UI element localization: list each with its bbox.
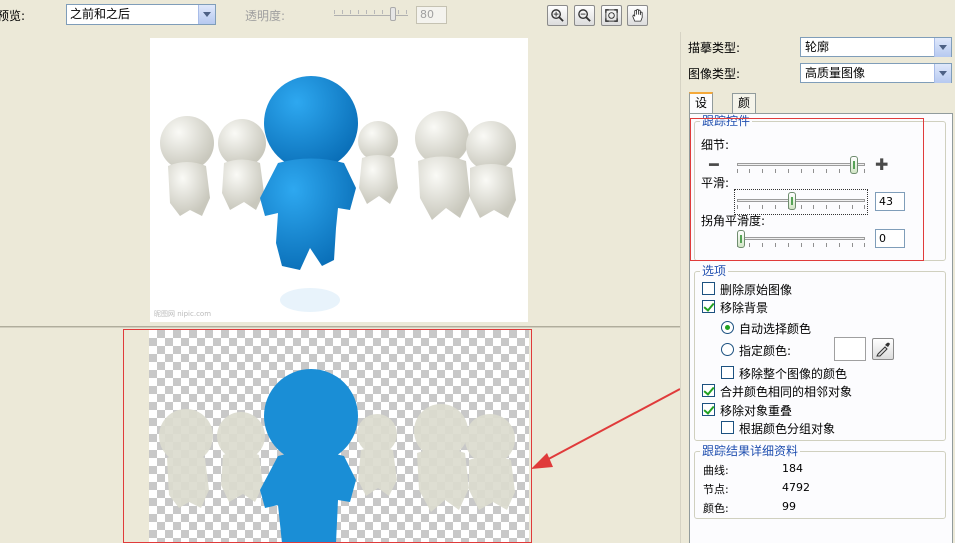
toolbar: 预览: 之前和之后 透明度: 80 xyxy=(0,0,955,32)
svg-text:昵图网 nipic.com: 昵图网 nipic.com xyxy=(154,310,211,318)
image-type-select[interactable]: 高质量图像 xyxy=(800,63,952,83)
preview-area: 昵图网 nipic.com xyxy=(0,32,680,543)
trace-results-title: 跟踪结果详细资料 xyxy=(700,444,801,458)
eyedropper-icon xyxy=(876,342,890,357)
merge-adjacent-label: 合并颜色相同的相邻对象 xyxy=(720,385,853,399)
pan-hand-icon xyxy=(632,8,643,22)
trace-type-value: 轮廓 xyxy=(805,40,830,54)
auto-color-label: 自动选择颜色 xyxy=(739,322,812,336)
colors-count-value: 99 xyxy=(782,500,796,513)
trace-results-group: 跟踪结果详细资料 曲线: 184 节点: 4792 颜色: 99 xyxy=(694,444,946,519)
opacity-value-field[interactable]: 80 xyxy=(416,6,447,24)
options-title: 选项 xyxy=(700,264,729,278)
fit-icon xyxy=(605,9,618,22)
opacity-slider[interactable] xyxy=(334,6,408,24)
group-by-color-checkbox[interactable] xyxy=(721,421,734,434)
specify-color-radio[interactable] xyxy=(721,343,734,356)
specify-color-label: 指定颜色: xyxy=(739,344,792,358)
opacity-label: 透明度: xyxy=(245,9,286,23)
eyedropper-button[interactable] xyxy=(872,338,894,360)
remove-whole-color-label: 移除整个图像的颜色 xyxy=(739,367,848,381)
original-image: 昵图网 nipic.com xyxy=(150,38,528,322)
color-swatch[interactable] xyxy=(834,337,866,361)
zoom-in-button[interactable] xyxy=(547,5,568,26)
preview-splitter[interactable] xyxy=(0,326,680,328)
remove-background-label: 移除背景 xyxy=(720,301,769,315)
image-type-label: 图像类型: xyxy=(688,67,741,81)
preview-mode-select[interactable]: 之前和之后 xyxy=(66,4,216,25)
before-preview: 昵图网 nipic.com xyxy=(0,38,680,326)
trace-type-label: 描摹类型: xyxy=(688,41,741,55)
curves-value: 184 xyxy=(782,462,803,475)
merge-adjacent-checkbox[interactable] xyxy=(702,384,715,397)
chevron-down-icon[interactable] xyxy=(198,5,215,24)
nodes-label: 节点: xyxy=(703,483,729,496)
remove-overlap-checkbox[interactable] xyxy=(702,403,715,416)
remove-overlap-label: 移除对象重叠 xyxy=(720,404,793,418)
preview-mode-value: 之前和之后 xyxy=(70,7,131,21)
delete-original-checkbox[interactable] xyxy=(702,282,715,295)
nodes-value: 4792 xyxy=(782,481,810,494)
preview-label: 预览: xyxy=(0,9,26,23)
tab-settings[interactable]: 设置 xyxy=(689,92,714,128)
zoom-in-icon xyxy=(551,9,564,22)
pan-button[interactable] xyxy=(627,5,648,26)
image-type-value: 高质量图像 xyxy=(805,66,866,80)
options-group: 选项 删除原始图像 移除背景 自动选择颜色 指定颜色: 移除整个图像的颜色 合并… xyxy=(694,264,946,441)
zoom-out-icon xyxy=(578,9,591,22)
tab-colors[interactable]: 颜色 xyxy=(732,93,757,128)
trace-settings-panel: 描摹类型: 轮廓 图像类型: 高质量图像 设置 颜色 跟踪控件 细节: ━ ✚ … xyxy=(680,32,955,543)
auto-color-radio[interactable] xyxy=(721,321,734,334)
chevron-down-icon[interactable] xyxy=(934,64,951,83)
group-by-color-label: 根据颜色分组对象 xyxy=(739,422,836,436)
trace-type-select[interactable]: 轮廓 xyxy=(800,37,952,57)
remove-whole-color-checkbox[interactable] xyxy=(721,366,734,379)
chevron-down-icon[interactable] xyxy=(934,38,951,57)
delete-original-label: 删除原始图像 xyxy=(720,283,793,297)
figures-illustration: 昵图网 nipic.com xyxy=(154,76,516,318)
colors-count-label: 颜色: xyxy=(703,502,729,515)
fit-button[interactable] xyxy=(601,5,622,26)
result-highlight-box xyxy=(123,329,532,543)
opacity-slider-thumb[interactable] xyxy=(390,7,396,21)
remove-background-checkbox[interactable] xyxy=(702,300,715,313)
zoom-out-button[interactable] xyxy=(574,5,595,26)
trace-controls-highlight-box xyxy=(690,118,924,261)
curves-label: 曲线: xyxy=(703,464,729,477)
